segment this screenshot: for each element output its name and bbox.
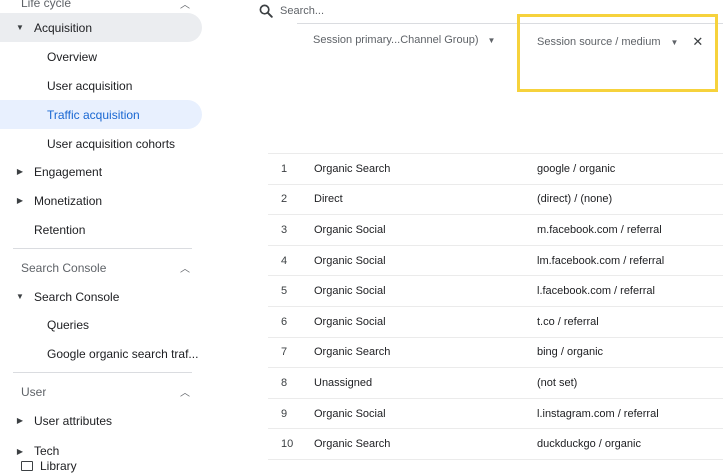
sidebar-item-label: Overview [47,49,98,64]
source-medium-cell: google / organic [537,153,723,185]
source-medium-cell: l.facebook.com / referral [537,275,723,307]
row-number: 7 [268,337,314,369]
dropdown-arrow-icon: ▼ [670,37,679,47]
sidebar-item-label: User attributes [34,413,113,428]
table-row[interactable]: 6 Organic Social t.co / referral [268,306,723,338]
sidebar-item-user-acquisition-cohorts[interactable]: User acquisition cohorts [0,129,202,158]
channel-cell: Unassigned [314,367,537,399]
channel-cell: Organic Social [314,245,537,277]
sidebar-item-search-console[interactable]: ▼ Search Console [0,282,202,311]
sidebar-section-search-console[interactable]: Search Console ︿ [0,253,202,282]
sidebar-section-label: Life cycle [21,0,72,10]
sidebar-item-google-organic-search-traffic[interactable]: Google organic search traf... [0,339,202,368]
row-number: 3 [268,214,314,246]
sidebar-item-label: Queries [47,317,90,332]
secondary-dimension-label: Session source / medium [537,36,661,48]
table-row[interactable]: 5 Organic Social l.facebook.com / referr… [268,275,723,307]
row-number: 6 [268,306,314,338]
channel-cell: Organic Search [314,428,537,460]
caret-down-icon: ▼ [16,292,24,301]
table-row[interactable]: 1 Organic Search google / organic [268,153,723,185]
channel-cell: Organic Social [314,398,537,430]
source-medium-cell: lm.facebook.com / referral [537,245,723,277]
chevron-up-icon[interactable]: ︿ [180,260,190,275]
chevron-up-icon[interactable]: ︿ [180,0,190,11]
sidebar-item-label: Acquisition [34,20,93,35]
table-row[interactable]: 9 Organic Social l.instagram.com / refer… [268,398,723,430]
channel-cell: Organic Social [314,275,537,307]
channel-cell: Organic Search [314,153,537,185]
row-number: 8 [268,367,314,399]
source-medium-cell: t.co / referral [537,306,723,338]
search-icon [259,4,273,18]
table-row[interactable]: 2 Direct (direct) / (none) [268,184,723,216]
row-number: 9 [268,398,314,430]
secondary-dimension-dropdown[interactable]: Session source / medium ▼ ✕ [537,34,703,50]
sidebar-section-label: User [21,384,47,399]
sidebar-item-label: Search Console [34,289,120,304]
channel-cell: Organic Social [314,306,537,338]
sidebar-item-retention[interactable]: Retention [0,215,202,244]
sidebar-item-tech[interactable]: ▶ Tech [0,442,202,460]
sidebar-divider [13,248,192,249]
sidebar-item-user-attributes[interactable]: ▶ User attributes [0,406,202,435]
caret-right-icon: ▶ [16,196,24,205]
source-medium-cell: duckduckgo / organic [537,428,723,460]
sidebar-item-queries[interactable]: Queries [0,310,202,339]
sidebar-section-life-cycle[interactable]: Life cycle ︿ [0,0,202,12]
table-row[interactable]: 4 Organic Social lm.facebook.com / refer… [268,245,723,277]
dropdown-arrow-icon: ▼ [487,35,496,45]
sidebar-section-label: Search Console [21,260,107,275]
channel-cell: Organic Social [314,214,537,246]
sidebar-item-label: Traffic acquisition [47,107,140,122]
caret-right-icon: ▶ [16,167,24,176]
source-medium-cell: (direct) / (none) [537,184,723,216]
table-row[interactable]: 10 Organic Search duckduckgo / organic [268,428,723,460]
caret-down-icon: ▼ [16,23,24,32]
source-medium-cell: m.facebook.com / referral [537,214,723,246]
sidebar-section-user[interactable]: User ︿ [0,377,202,406]
sidebar-item-monetization[interactable]: ▶ Monetization [0,186,202,215]
caret-right-icon: ▶ [16,416,24,425]
table-row[interactable]: 7 Organic Search bing / organic [268,337,723,369]
chevron-up-icon[interactable]: ︿ [180,384,190,399]
sidebar-item-library[interactable]: Library [40,459,77,473]
sidebar-item-traffic-acquisition[interactable]: Traffic acquisition [0,100,202,129]
sidebar-item-label: Tech [34,444,60,458]
sidebar-item-label: Retention [34,222,86,237]
secondary-dimension-highlight [517,14,718,92]
channel-cell: Direct [314,184,537,216]
sidebar-item-acquisition[interactable]: ▼ Acquisition [0,13,202,42]
primary-dimension-label: Session primary...Channel Group) [313,34,479,46]
sidebar-item-label: User acquisition cohorts [47,136,176,151]
close-icon[interactable]: ✕ [692,34,703,50]
caret-right-icon: ▶ [16,446,24,456]
sidebar-item-overview[interactable]: Overview [0,42,202,71]
sidebar-item-user-acquisition[interactable]: User acquisition [0,71,202,100]
sidebar-nav: Life cycle ︿ ▼ Acquisition Overview User… [0,0,213,473]
table-row[interactable]: 8 Unassigned (not set) [268,367,723,399]
table-row[interactable]: 3 Organic Social m.facebook.com / referr… [268,214,723,246]
sidebar-item-label: Monetization [34,193,103,208]
source-medium-cell: bing / organic [537,337,723,369]
sidebar-item-label: Google organic search traf... [47,346,199,361]
row-number: 1 [268,153,314,185]
row-number: 10 [268,428,314,460]
row-number: 4 [268,245,314,277]
primary-dimension-dropdown[interactable]: Session primary...Channel Group) ▼ [313,34,495,46]
source-medium-cell: (not set) [537,367,723,399]
channel-cell: Organic Search [314,337,537,369]
sidebar-divider [13,372,192,373]
row-number: 2 [268,184,314,216]
folder-icon [21,461,33,471]
data-table: 1 Organic Search google / organic 2 Dire… [268,153,723,460]
source-medium-cell: l.instagram.com / referral [537,398,723,430]
row-number: 5 [268,275,314,307]
sidebar-item-label: User acquisition [47,78,133,93]
sidebar-item-label: Engagement [34,164,103,179]
sidebar-item-engagement[interactable]: ▶ Engagement [0,157,202,186]
